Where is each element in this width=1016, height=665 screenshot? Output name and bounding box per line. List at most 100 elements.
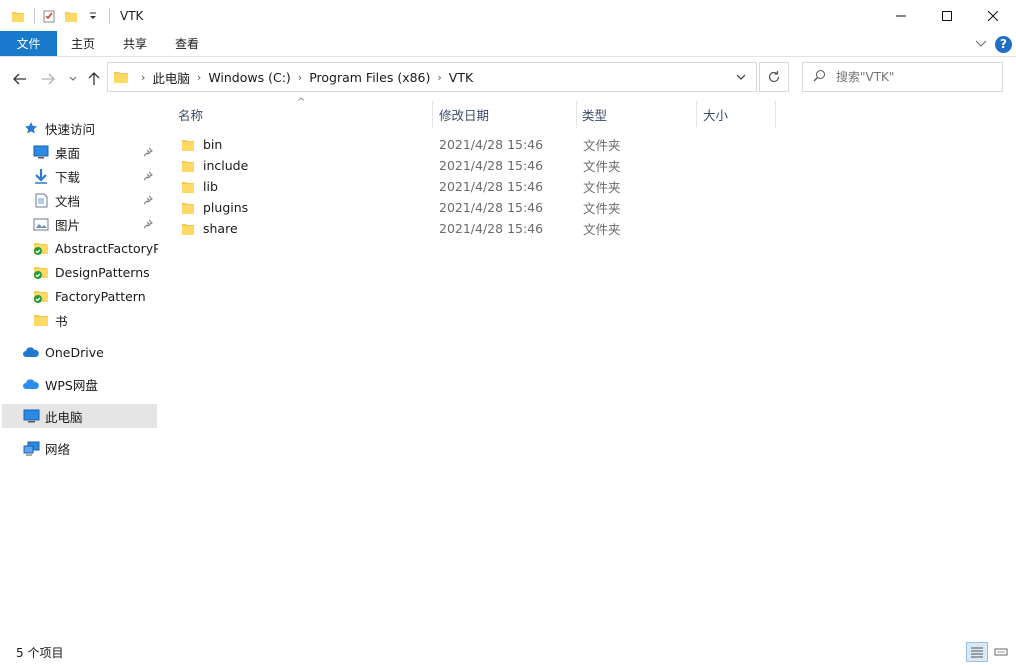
address-dropdown-chevron-icon[interactable] bbox=[726, 63, 756, 91]
cloud-icon bbox=[22, 343, 40, 361]
breadcrumb: › 此电脑 › Windows (C:) › Program Files (x8… bbox=[134, 68, 473, 87]
sidebar-item-wps-drive[interactable]: WPS网盘 bbox=[22, 372, 158, 396]
recent-locations-chevron-icon[interactable] bbox=[63, 69, 83, 89]
new-folder-icon[interactable] bbox=[61, 6, 81, 26]
pin-icon[interactable] bbox=[142, 194, 154, 206]
synced-folder-icon bbox=[32, 287, 50, 305]
synced-folder-icon bbox=[32, 239, 50, 257]
file-type: 文件夹 bbox=[583, 159, 621, 174]
up-button[interactable] bbox=[84, 69, 104, 89]
chevron-right-icon[interactable]: › bbox=[437, 71, 441, 84]
sidebar-item-abstractfactorypa[interactable]: AbstractFactoryPa bbox=[32, 236, 158, 260]
tab-share[interactable]: 共享 bbox=[109, 31, 161, 56]
chevron-right-icon[interactable]: › bbox=[298, 71, 302, 84]
folder-icon bbox=[181, 200, 197, 216]
view-switcher bbox=[966, 642, 1012, 662]
file-date: 2021/4/28 15:46 bbox=[439, 158, 544, 173]
network-icon bbox=[22, 439, 40, 457]
navigation-bar: › 此电脑 › Windows (C:) › Program Files (x8… bbox=[0, 57, 1016, 99]
synced-folder-icon bbox=[32, 263, 50, 281]
sidebar-item-onedrive[interactable]: OneDrive bbox=[22, 340, 158, 364]
file-list: ^ 名称 修改日期 类型 大小 bin 2021/4/28 15:46 文件夹 … bbox=[160, 97, 1016, 639]
sidebar-item-book[interactable]: 书 bbox=[32, 308, 158, 332]
window-title: VTK bbox=[120, 8, 144, 23]
table-row[interactable]: bin 2021/4/28 15:46 文件夹 bbox=[176, 134, 636, 155]
file-name: bin bbox=[181, 137, 222, 153]
download-icon bbox=[32, 167, 50, 185]
sidebar-item-network[interactable]: 网络 bbox=[22, 436, 158, 460]
navigation-pane: 快速访问 桌面 下载 文档 图片 AbstractFactoryPa Desig… bbox=[0, 99, 160, 639]
sidebar-item-desktop[interactable]: 桌面 bbox=[32, 140, 158, 164]
chevron-right-icon[interactable]: › bbox=[197, 71, 201, 84]
details-view-button[interactable] bbox=[966, 642, 988, 662]
sidebar-item-downloads[interactable]: 下载 bbox=[32, 164, 158, 188]
column-divider[interactable] bbox=[775, 101, 776, 128]
folder-icon bbox=[32, 311, 50, 329]
folder-icon bbox=[181, 179, 197, 195]
file-name: include bbox=[181, 158, 248, 174]
chevron-right-icon[interactable]: › bbox=[141, 71, 145, 84]
qa-divider bbox=[109, 7, 110, 24]
column-header-name[interactable]: 名称 bbox=[160, 99, 432, 130]
desktop-icon bbox=[32, 143, 50, 161]
document-icon bbox=[32, 191, 50, 209]
column-header-size[interactable]: 大小 bbox=[685, 99, 775, 130]
sidebar-item-designpatterns[interactable]: DesignPatterns bbox=[32, 260, 158, 284]
pin-icon[interactable] bbox=[142, 170, 154, 182]
minimize-button[interactable] bbox=[878, 0, 924, 31]
search-icon bbox=[813, 69, 826, 85]
expand-ribbon-chevron-icon[interactable] bbox=[975, 37, 987, 51]
file-date: 2021/4/28 15:46 bbox=[439, 221, 544, 236]
column-header-date[interactable]: 修改日期 bbox=[421, 99, 576, 130]
tab-file[interactable]: 文件 bbox=[0, 31, 57, 56]
help-button[interactable]: ? bbox=[995, 35, 1012, 53]
tab-home[interactable]: 主页 bbox=[57, 31, 109, 56]
file-name: share bbox=[181, 221, 238, 237]
back-button[interactable] bbox=[10, 69, 30, 89]
sidebar-item-pictures[interactable]: 图片 bbox=[32, 212, 158, 236]
properties-icon[interactable] bbox=[39, 6, 59, 26]
sidebar-item-quick-access[interactable]: 快速访问 bbox=[22, 116, 158, 140]
maximize-button[interactable] bbox=[924, 0, 970, 31]
file-type: 文件夹 bbox=[583, 180, 621, 195]
forward-button[interactable] bbox=[38, 69, 58, 89]
search-box[interactable] bbox=[802, 62, 1003, 92]
folder-icon bbox=[181, 158, 197, 174]
sidebar-item-factorypattern[interactable]: FactoryPattern bbox=[32, 284, 158, 308]
item-count: 5 个项目 bbox=[16, 645, 64, 660]
table-row[interactable]: lib 2021/4/28 15:46 文件夹 bbox=[176, 176, 636, 197]
table-row[interactable]: share 2021/4/28 15:46 文件夹 bbox=[176, 218, 636, 239]
address-bar[interactable]: › 此电脑 › Windows (C:) › Program Files (x8… bbox=[107, 62, 757, 92]
close-button[interactable] bbox=[970, 0, 1016, 31]
file-type: 文件夹 bbox=[583, 222, 621, 237]
sidebar-item-documents[interactable]: 文档 bbox=[32, 188, 158, 212]
customize-qa-chevron-icon[interactable] bbox=[83, 6, 103, 26]
refresh-button[interactable] bbox=[759, 62, 789, 92]
file-name: lib bbox=[181, 179, 218, 195]
large-icons-view-button[interactable] bbox=[990, 642, 1012, 662]
ribbon-tabs: 文件 主页 共享 查看 ? bbox=[0, 31, 1016, 57]
file-name: plugins bbox=[181, 200, 248, 216]
file-date: 2021/4/28 15:46 bbox=[439, 179, 544, 194]
column-header-type[interactable]: 类型 bbox=[564, 99, 696, 130]
picture-icon bbox=[32, 215, 50, 233]
search-input[interactable] bbox=[836, 70, 986, 84]
table-row[interactable]: plugins 2021/4/28 15:46 文件夹 bbox=[176, 197, 636, 218]
sidebar-item-this-pc[interactable]: 此电脑 bbox=[2, 404, 157, 428]
computer-icon bbox=[22, 407, 40, 425]
breadcrumb-program-files-x86[interactable]: Program Files (x86) bbox=[309, 70, 430, 85]
ribbon-right-controls: ? bbox=[975, 31, 1012, 57]
breadcrumb-vtk[interactable]: VTK bbox=[449, 70, 473, 85]
tab-view[interactable]: 查看 bbox=[161, 31, 213, 56]
breadcrumb-windows-c[interactable]: Windows (C:) bbox=[208, 70, 290, 85]
folder-icon bbox=[181, 221, 197, 237]
pin-icon[interactable] bbox=[142, 218, 154, 230]
breadcrumb-this-pc[interactable]: 此电脑 bbox=[152, 68, 190, 87]
table-row[interactable]: include 2021/4/28 15:46 文件夹 bbox=[176, 155, 636, 176]
file-type: 文件夹 bbox=[583, 201, 621, 216]
file-date: 2021/4/28 15:46 bbox=[439, 137, 544, 152]
status-bar: 5 个项目 bbox=[0, 639, 1016, 665]
window-controls bbox=[878, 0, 1016, 31]
pin-icon[interactable] bbox=[142, 146, 154, 158]
qa-divider bbox=[34, 7, 35, 24]
